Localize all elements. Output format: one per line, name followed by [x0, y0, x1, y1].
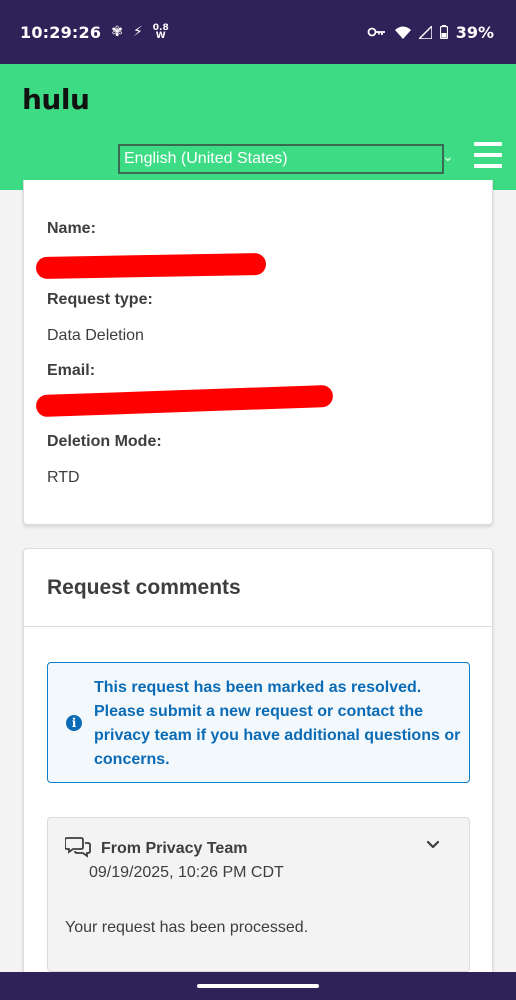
email-label: Email:: [47, 362, 96, 379]
battery-percent: 39%: [455, 22, 494, 42]
comment-date: 09/19/2025, 10:26 PM CDT: [89, 864, 284, 881]
request-type-label: Request type:: [47, 291, 153, 308]
menu-icon[interactable]: [474, 142, 502, 168]
request-comments-card: Request comments i This request has been…: [23, 548, 493, 988]
redacted-email: [35, 384, 334, 418]
info-icon: i: [66, 715, 82, 731]
chat-bubbles-icon: [65, 837, 91, 858]
deletion-mode-value: RTD: [47, 469, 80, 486]
navigation-bar: [0, 972, 516, 1000]
comment-body: Your request has been processed.: [65, 919, 309, 936]
status-time: 10:29:26: [20, 22, 102, 42]
network-speed-unit: W: [155, 31, 166, 41]
wifi-icon: [394, 26, 411, 39]
key-icon: [367, 27, 385, 37]
resolved-alert: i This request has been marked as resolv…: [47, 662, 470, 783]
signal-icon: [418, 25, 432, 39]
status-bar: 10:29:26 ✾ ⚡ 0.8 W 39%: [0, 0, 516, 64]
comments-title: Request comments: [47, 576, 241, 599]
app-header: hulu English (United States) ⌄: [0, 64, 516, 190]
home-gesture-handle[interactable]: [197, 984, 319, 988]
redacted-name: [35, 252, 267, 280]
language-select[interactable]: English (United States): [118, 144, 444, 174]
alert-text: This request has been marked as resolved…: [94, 679, 461, 768]
comment-author: From Privacy Team: [101, 840, 248, 857]
network-speed: 0.8 W: [153, 24, 169, 41]
battery-icon: [439, 25, 448, 39]
comment-item[interactable]: From Privacy Team 09/19/2025, 10:26 PM C…: [47, 817, 470, 972]
flower-icon: ✾: [111, 24, 123, 40]
chevron-down-icon[interactable]: ⌄: [442, 148, 454, 165]
name-label: Name:: [47, 220, 96, 237]
hulu-logo[interactable]: hulu: [22, 83, 90, 116]
divider: [24, 626, 492, 627]
flash-icon: ⚡: [132, 24, 143, 40]
deletion-mode-label: Deletion Mode:: [47, 433, 162, 450]
chevron-down-icon[interactable]: [426, 838, 440, 852]
request-details-card: Name: Request type: Data Deletion Email:…: [23, 180, 493, 525]
request-type-value: Data Deletion: [47, 327, 144, 344]
